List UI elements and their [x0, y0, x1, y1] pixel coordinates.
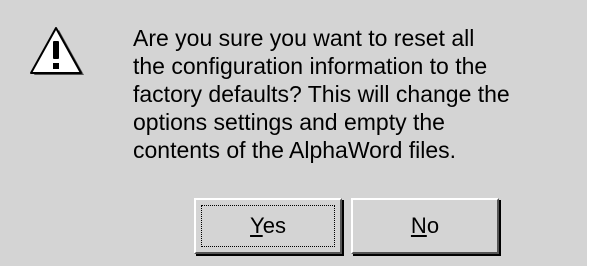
no-mnemonic: N	[410, 213, 427, 238]
confirm-reset-dialog: Are you sure you want to reset all the c…	[0, 0, 590, 269]
yes-mnemonic: Y	[250, 213, 263, 238]
exclamation-warning-icon	[30, 27, 84, 75]
dialog-message: Are you sure you want to reset all the c…	[133, 25, 510, 163]
yes-label-rest: es	[262, 213, 286, 238]
no-label-rest: o	[426, 213, 440, 238]
no-button-label: No	[411, 213, 439, 239]
no-button[interactable]: No	[351, 198, 499, 254]
yes-button-label: Yes	[250, 213, 286, 239]
yes-button[interactable]: Yes	[194, 198, 342, 254]
